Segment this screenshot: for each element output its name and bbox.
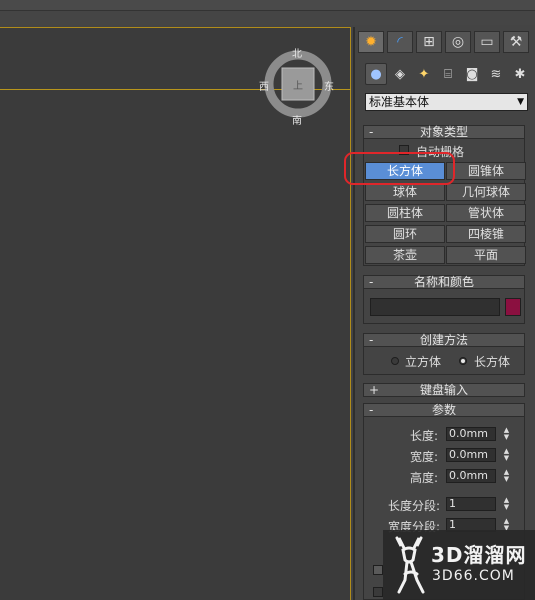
real-world-map-checkbox[interactable] — [373, 587, 383, 597]
plane-button[interactable]: 平面 — [446, 246, 526, 264]
length-spinner[interactable]: ▲ ▼ — [502, 427, 511, 441]
width-spinner[interactable]: ▲ ▼ — [502, 448, 511, 462]
rollout-title: 键盘输入 — [419, 383, 468, 397]
height-label: 高度: — [410, 471, 439, 485]
watermark: 3D溜溜网 3D66.COM — [383, 530, 535, 600]
motion-tab[interactable]: ◎ — [445, 31, 471, 53]
modify-tab[interactable]: ◜ — [387, 31, 413, 53]
rollout-title: 名称和颜色 — [413, 275, 474, 289]
category-geometry[interactable]: ● — [365, 63, 387, 85]
category-systems[interactable]: ✱ — [509, 63, 531, 85]
watermark-title: 3D溜溜网 — [431, 543, 527, 567]
systems-icon: ✱ — [514, 66, 526, 82]
length-segments-label: 长度分段: — [388, 499, 441, 513]
top-toolbar — [0, 0, 535, 11]
collapse-icon: - — [369, 275, 374, 289]
hierarchy-icon: ⊞ — [423, 34, 435, 50]
create-tab[interactable]: ✹ — [358, 31, 384, 53]
geosphere-button[interactable]: 几何球体 — [446, 183, 526, 201]
collapse-icon: - — [369, 125, 374, 139]
lights-icon: ✦ — [418, 66, 430, 82]
tube-button[interactable]: 管状体 — [446, 204, 526, 222]
length-input[interactable]: 0.0mm — [446, 427, 496, 441]
rollout-keyboard-entry[interactable]: + 键盘输入 — [363, 383, 525, 397]
category-helpers[interactable]: ◙ — [461, 63, 483, 85]
length-segments-spinner[interactable]: ▲ ▼ — [502, 497, 511, 511]
rollout-parameters[interactable]: - 参数 — [363, 403, 525, 417]
height-input[interactable]: 0.0mm — [446, 469, 496, 483]
category-cameras[interactable]: ⌸ — [437, 63, 459, 85]
viewcube-east[interactable]: 东 — [324, 78, 334, 93]
object-name-input[interactable] — [370, 298, 500, 316]
motion-icon: ◎ — [451, 34, 465, 50]
cube-radio[interactable] — [391, 357, 399, 365]
width-input[interactable]: 0.0mm — [446, 448, 496, 462]
spacewarp-icon: ≋ — [490, 66, 502, 82]
rollout-object-type[interactable]: - 对象类型 — [363, 125, 525, 139]
cone-button[interactable]: 圆锥体 — [446, 162, 526, 180]
generate-mapping-checkbox[interactable] — [373, 565, 383, 575]
width-label: 宽度: — [410, 450, 439, 464]
sphere-button[interactable]: 球体 — [365, 183, 445, 201]
viewcube-face-top[interactable]: 上 — [293, 77, 303, 92]
length-segments-input[interactable]: 1 — [446, 497, 496, 511]
rollout-title: 参数 — [431, 403, 456, 417]
rollout-title: 对象类型 — [419, 125, 468, 139]
box-radio[interactable] — [459, 357, 467, 365]
rollout-creation-method[interactable]: - 创建方法 — [363, 333, 525, 347]
utilities-tab[interactable]: ⚒ — [503, 31, 529, 53]
display-icon: ▭ — [480, 34, 494, 50]
cube-radio-label: 立方体 — [405, 355, 442, 369]
highlight-annotation — [344, 152, 455, 185]
viewcube[interactable]: 北 南 东 西 上 — [259, 45, 334, 127]
hammer-icon: ⚒ — [509, 34, 523, 50]
hierarchy-tab[interactable]: ⊞ — [416, 31, 442, 53]
length-label: 长度: — [410, 429, 439, 443]
rollout-title: 创建方法 — [419, 333, 468, 347]
height-spinner[interactable]: ▲ ▼ — [502, 469, 511, 483]
box-radio-label: 长方体 — [474, 355, 511, 369]
primitive-type-value: 标准基本体 — [369, 95, 430, 109]
geometry-icon: ● — [370, 66, 382, 82]
object-color-swatch[interactable] — [505, 298, 521, 316]
chevron-down-icon: ▼ — [517, 97, 524, 107]
pyramid-button[interactable]: 四棱锥 — [446, 225, 526, 243]
curve-icon: ◜ — [397, 34, 403, 50]
sun-icon: ✹ — [365, 34, 377, 50]
torus-button[interactable]: 圆环 — [365, 225, 445, 243]
helper-icon: ◙ — [465, 66, 479, 82]
display-tab[interactable]: ▭ — [474, 31, 500, 53]
camera-icon: ⌸ — [444, 66, 452, 82]
collapse-icon: - — [369, 333, 374, 347]
category-lights[interactable]: ✦ — [413, 63, 435, 85]
watermark-subtitle: 3D66.COM — [432, 568, 515, 584]
viewcube-west[interactable]: 西 — [259, 78, 269, 93]
top-toolbar-secondary — [0, 11, 535, 25]
rollout-name-color[interactable]: - 名称和颜色 — [363, 275, 525, 289]
collapse-icon: - — [369, 403, 374, 417]
shapes-icon: ◈ — [395, 66, 405, 82]
deer-logo-icon — [395, 536, 425, 594]
viewcube-north[interactable]: 北 — [292, 45, 302, 60]
category-shapes[interactable]: ◈ — [389, 63, 411, 85]
category-spacewarps[interactable]: ≋ — [485, 63, 507, 85]
primitive-type-dropdown[interactable]: 标准基本体 ▼ — [365, 93, 528, 111]
expand-icon: + — [369, 383, 380, 397]
viewcube-south[interactable]: 南 — [292, 112, 302, 127]
teapot-button[interactable]: 茶壶 — [365, 246, 445, 264]
cylinder-button[interactable]: 圆柱体 — [365, 204, 445, 222]
